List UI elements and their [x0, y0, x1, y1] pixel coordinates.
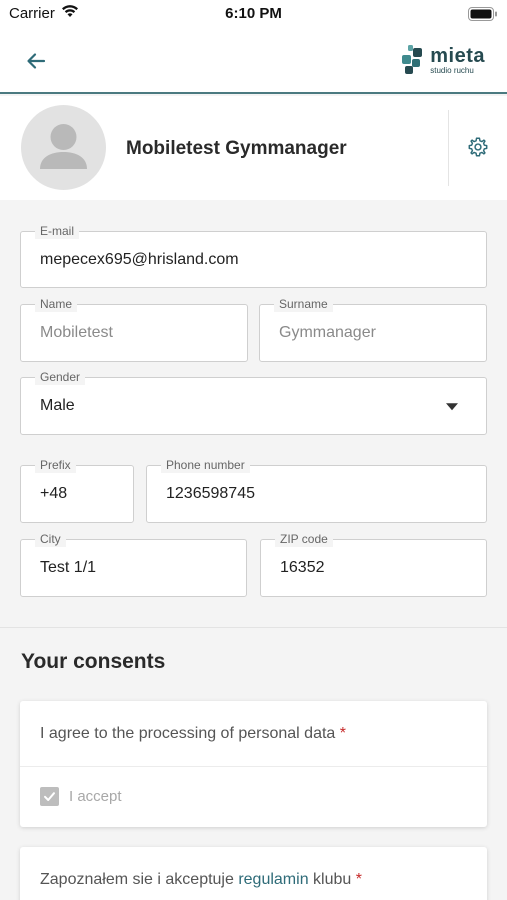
card-divider — [20, 766, 487, 767]
phone-field[interactable]: Phone number 1236598745 — [146, 457, 487, 523]
profile-name: Mobiletest Gymmanager — [126, 138, 347, 159]
phone-value: 1236598745 — [166, 485, 255, 502]
consent-text-after: klubu — [308, 871, 352, 888]
surname-field[interactable]: Surname Gymmanager — [259, 296, 487, 362]
consent-card: I agree to the processing of personal da… — [20, 701, 487, 827]
gear-icon[interactable] — [467, 136, 489, 158]
logo-mark-icon — [402, 45, 423, 74]
email-value: mepecex695@hrisland.com — [40, 250, 239, 268]
battery-icon — [468, 7, 497, 21]
profile-header: Mobiletest Gymmanager — [0, 96, 507, 200]
email-label: E-mail — [35, 223, 80, 239]
consent-card: Zapoznałem sie i akceptuje regulamin klu… — [20, 847, 487, 900]
prefix-value: +48 — [40, 485, 68, 502]
consent-text-label: I agree to the processing of personal da… — [40, 725, 336, 742]
prefix-field[interactable]: Prefix +48 — [20, 457, 134, 523]
name-field[interactable]: Name Mobiletest — [20, 296, 248, 362]
consents-title: Your consents — [21, 650, 166, 673]
logo-brand-text: mieta — [430, 44, 485, 67]
consent-checkbox[interactable] — [40, 787, 59, 806]
zip-field[interactable]: ZIP code 16352 — [260, 531, 487, 597]
consent-text: Zapoznałem sie i akceptuje regulamin klu… — [40, 871, 362, 889]
section-divider — [0, 627, 507, 628]
arrow-left-icon[interactable] — [22, 47, 50, 75]
chevron-down-icon — [446, 403, 458, 411]
status-bar: Carrier 6:10 PM — [0, 0, 507, 28]
gender-select[interactable]: Gender Male — [20, 369, 487, 435]
avatar[interactable] — [21, 105, 106, 190]
gender-value: Male — [40, 397, 75, 414]
phone-label: Phone number — [161, 457, 250, 473]
brand-logo: mieta studio ruchu — [402, 44, 485, 76]
regulations-link[interactable]: regulamin — [238, 871, 308, 888]
name-placeholder: Mobiletest — [40, 324, 113, 341]
prefix-label: Prefix — [35, 457, 76, 473]
zip-value: 16352 — [280, 559, 325, 576]
name-label: Name — [35, 296, 78, 312]
city-label: City — [35, 531, 66, 547]
city-value: Test 1/1 — [40, 559, 97, 576]
logo-tagline: studio ruchu — [430, 65, 474, 75]
surname-placeholder: Gymmanager — [279, 324, 376, 341]
checkbox-label: I accept — [69, 788, 122, 805]
consent-text: I agree to the processing of personal da… — [40, 725, 346, 743]
city-field[interactable]: City Test 1/1 — [20, 531, 247, 597]
required-marker: * — [339, 725, 346, 742]
clock: 6:10 PM — [225, 5, 282, 22]
email-field[interactable]: E-mail mepecex695@hrisland.com — [20, 223, 487, 288]
user-placeholder-icon — [40, 124, 87, 169]
zip-label: ZIP code — [275, 531, 333, 547]
gender-label: Gender — [35, 369, 86, 385]
consent-text-before: Zapoznałem sie i akceptuje — [40, 871, 239, 888]
top-nav: mieta studio ruchu — [0, 28, 507, 94]
check-icon — [44, 792, 55, 801]
required-marker: * — [355, 871, 362, 888]
surname-label: Surname — [274, 296, 333, 312]
divider — [448, 110, 449, 186]
